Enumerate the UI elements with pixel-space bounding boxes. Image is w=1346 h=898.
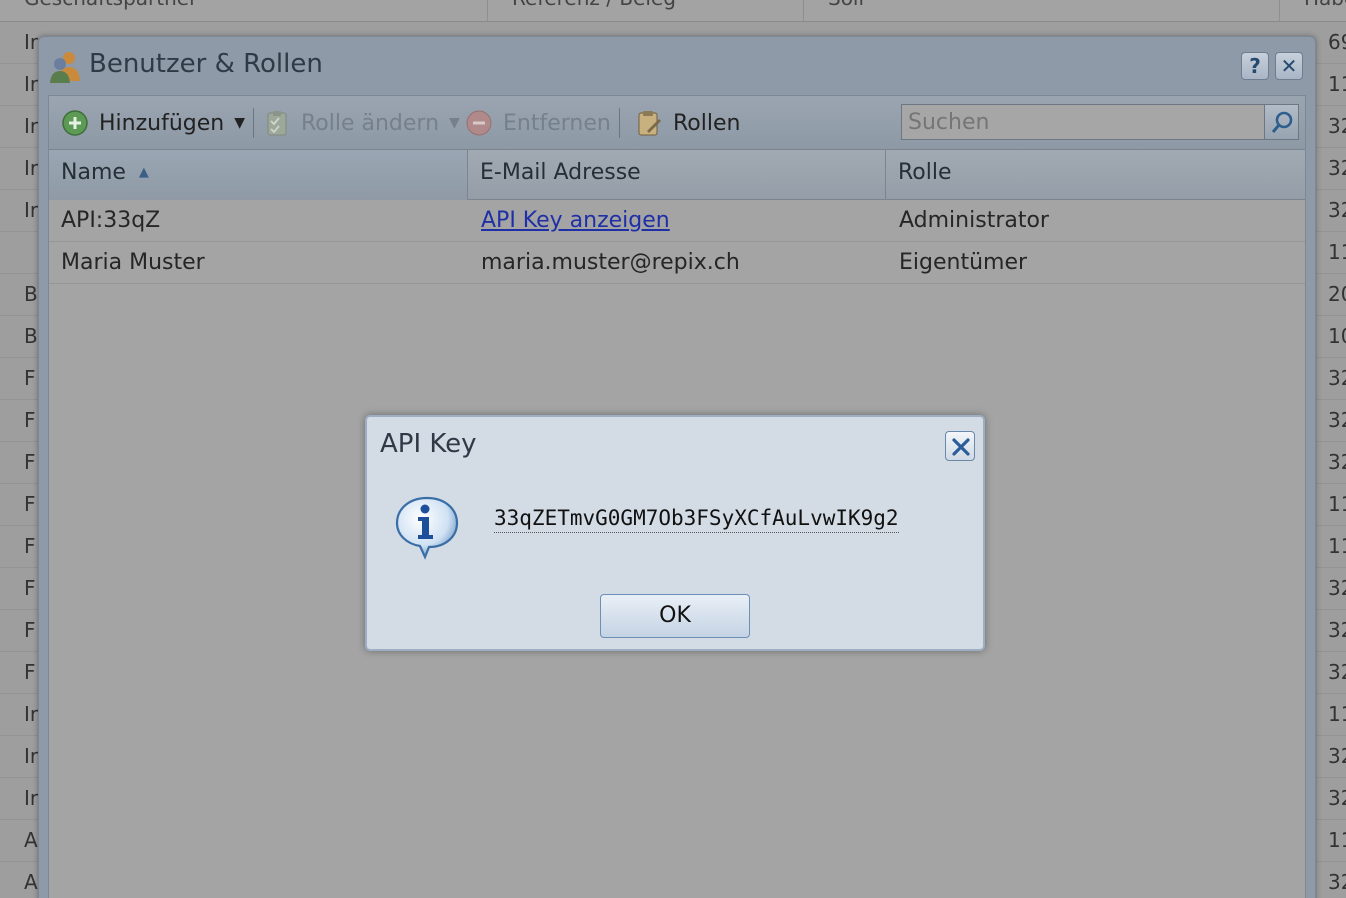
background-row-amount: 32: [1328, 198, 1346, 222]
background-row-partner: F: [24, 534, 36, 558]
column-header-name[interactable]: Name ▲: [49, 150, 468, 200]
background-row-amount: 32: [1328, 450, 1346, 474]
cell-name: API:33qZ: [61, 208, 161, 233]
background-row-amount: 32: [1328, 114, 1346, 138]
window-titlebar[interactable]: Benutzer & Rollen ? ✕: [39, 37, 1315, 95]
dialog-close-button[interactable]: [945, 431, 975, 461]
background-row-amount: 32: [1328, 618, 1346, 642]
background-row-partner: F: [24, 366, 36, 390]
toolbar-separator: [253, 108, 254, 138]
background-row-amount: 69: [1328, 30, 1346, 54]
background-row-partner: Ir: [24, 72, 39, 96]
ok-button[interactable]: OK: [600, 594, 750, 638]
roles-label: Rollen: [673, 110, 741, 136]
column-header-role[interactable]: Rolle: [886, 150, 1305, 200]
background-row-amount: 20: [1328, 282, 1346, 306]
add-label: Hinzufügen: [99, 110, 225, 136]
background-row-amount: 11: [1328, 828, 1346, 852]
background-row-partner: F: [24, 408, 36, 432]
roles-edit-icon: [638, 111, 661, 136]
remove-icon: [466, 110, 492, 136]
remove-label: Entfernen: [503, 110, 611, 136]
add-button[interactable]: Hinzufügen ▼: [61, 107, 245, 139]
cell-role: Administrator: [899, 208, 1049, 233]
add-icon: [62, 110, 88, 136]
background-row-partner: F: [24, 450, 36, 474]
sort-ascending-icon: ▲: [138, 165, 149, 180]
users-icon: [50, 52, 80, 83]
background-row-amount: 11: [1328, 72, 1346, 96]
help-button[interactable]: ?: [1241, 52, 1269, 80]
background-row-amount: 32: [1328, 576, 1346, 600]
background-row-partner: B: [24, 282, 38, 306]
background-row-partner: Ir: [24, 702, 39, 726]
window-close-button[interactable]: ✕: [1275, 52, 1303, 80]
background-row-amount: 11: [1328, 492, 1346, 516]
api-key-dialog: API Key 33qZETmvG0GM7Ob3FSyXCfAuLvwIK9g2…: [365, 415, 985, 651]
cell-name: Maria Muster: [61, 250, 205, 275]
close-icon: [952, 438, 970, 456]
background-grid-header: Geschäftspartner Referenz / Beleg Soll H…: [0, 0, 1346, 22]
background-row-partner: Ir: [24, 198, 39, 222]
background-row-amount: 32: [1328, 786, 1346, 810]
cell-role: Eigentümer: [899, 250, 1028, 275]
bg-col-debit: Soll: [804, 0, 1280, 22]
toolbar: Hinzufügen ▼ Rolle ändern ▼ Entfernen Ro…: [49, 96, 1305, 150]
background-row-partner: Ir: [24, 786, 39, 810]
table-row[interactable]: Maria Muster maria.muster@repix.ch Eigen…: [49, 242, 1305, 284]
cell-email: maria.muster@repix.ch: [481, 250, 740, 275]
background-row-partner: F: [24, 576, 36, 600]
grid-header: Name ▲ E-Mail Adresse Rolle: [49, 150, 1305, 200]
column-header-name-label: Name: [61, 160, 126, 185]
change-role-button[interactable]: Rolle ändern ▼: [263, 107, 460, 139]
background-row-amount: 32: [1328, 870, 1346, 894]
background-row-partner: A: [24, 870, 38, 894]
search-button[interactable]: [1265, 104, 1299, 140]
toolbar-separator: [619, 108, 620, 138]
chevron-down-icon: ▼: [449, 115, 460, 131]
search-input[interactable]: [901, 104, 1265, 140]
clipboard-check-icon: [267, 111, 287, 136]
remove-button[interactable]: Entfernen: [465, 107, 611, 139]
search-icon: [1271, 111, 1293, 133]
table-row[interactable]: API:33qZ API Key anzeigen Administrator: [49, 200, 1305, 242]
background-row-partner: F: [24, 492, 36, 516]
background-row-amount: 32: [1328, 156, 1346, 180]
background-row-amount: 11: [1328, 240, 1346, 264]
background-row-partner: Ir: [24, 30, 39, 54]
column-header-email[interactable]: E-Mail Adresse: [468, 150, 886, 200]
background-row-partner: Ir: [24, 156, 39, 180]
background-row-amount: 32: [1328, 744, 1346, 768]
background-row-partner: F: [24, 618, 36, 642]
background-row-amount: 32: [1328, 366, 1346, 390]
bg-col-partner: Geschäftspartner: [0, 0, 488, 22]
background-row-partner: A: [24, 828, 38, 852]
background-row-partner: Ir: [24, 114, 39, 138]
background-row-amount: 10: [1328, 324, 1346, 348]
background-row-amount: 11: [1328, 534, 1346, 558]
dialog-title: API Key: [380, 429, 477, 459]
background-row-partner: F: [24, 660, 36, 684]
roles-button[interactable]: Rollen: [635, 107, 740, 139]
background-row-amount: 32: [1328, 660, 1346, 684]
background-row-amount: 32: [1328, 408, 1346, 432]
bg-col-reference: Referenz / Beleg: [488, 0, 804, 22]
chevron-down-icon: ▼: [234, 115, 246, 131]
background-row-partner: B: [24, 324, 38, 348]
window-title: Benutzer & Rollen: [89, 49, 323, 79]
show-api-key-link[interactable]: API Key anzeigen: [481, 208, 670, 233]
background-row-partner: Ir: [24, 744, 39, 768]
bg-col-credit: Haben: [1280, 0, 1346, 22]
info-icon: [395, 496, 459, 560]
change-role-label: Rolle ändern: [301, 110, 440, 136]
api-key-value: 33qZETmvG0GM7Ob3FSyXCfAuLvwIK9g2: [494, 506, 899, 533]
background-row-amount: 11: [1328, 702, 1346, 726]
